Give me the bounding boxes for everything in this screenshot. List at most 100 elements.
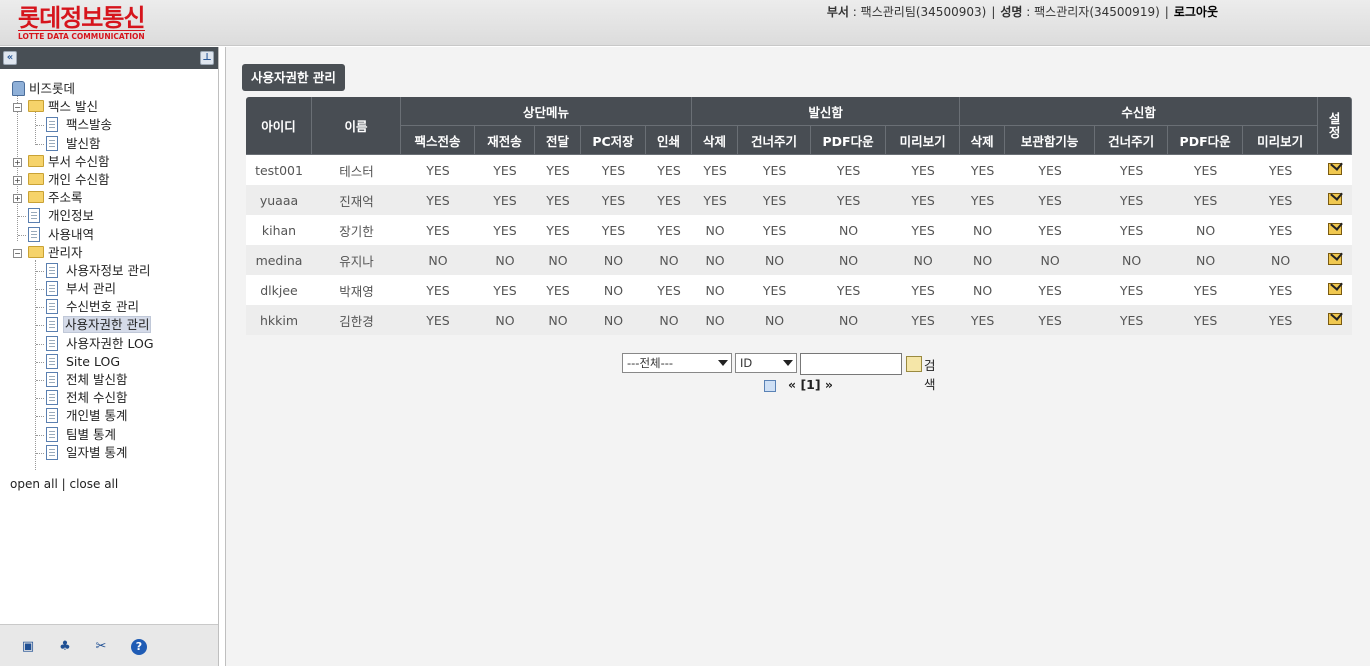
edit-icon[interactable] [1328, 162, 1343, 175]
sidebar-item-site-log[interactable]: Site LOG [0, 353, 218, 371]
sidebar-item-receive-number-mgmt[interactable]: 수신번호 관리 [0, 298, 218, 316]
col-header-sub: 건너주기 [738, 126, 812, 155]
cell-permission: NO [401, 245, 475, 275]
expand-icon[interactable]: + [13, 194, 22, 204]
page-current[interactable]: [1] [800, 377, 820, 392]
cell-user-id: yuaaa [246, 185, 312, 215]
sidebar-item-fax-send[interactable]: − 팩스 발신 [0, 98, 218, 116]
cell-user-name: 진재억 [312, 185, 401, 215]
cell-permission: YES [1243, 185, 1319, 215]
collapse-icon[interactable]: − [13, 103, 22, 113]
company-logo[interactable]: 롯데정보통신 LOTTE DATA COMMUNICATION [18, 5, 145, 41]
sidebar-item-label: 발신함 [66, 135, 101, 151]
cell-user-name: 테스터 [312, 155, 401, 185]
sidebar-item-label: 개인별 통계 [66, 408, 128, 424]
cell-permission: NO [692, 275, 739, 305]
sidebar-item-personal-inbox[interactable]: + 개인 수신함 [0, 171, 218, 189]
cell-permission: YES [1168, 305, 1244, 335]
sidebar-item-user-permission-log[interactable]: 사용자권한 LOG [0, 335, 218, 353]
field-select[interactable]: ID [735, 353, 797, 373]
cell-permission: YES [646, 275, 693, 305]
sidebar-item-label: 팩스발송 [66, 117, 113, 133]
top-header: 롯데정보통신 LOTTE DATA COMMUNICATION 부서 : 팩스관… [0, 0, 1370, 46]
cell-user-id: kihan [246, 215, 312, 245]
search-input[interactable] [800, 353, 902, 375]
expand-icon[interactable]: + [13, 175, 22, 185]
address-card-icon[interactable]: ▣ [20, 639, 36, 655]
edit-icon[interactable] [1328, 312, 1343, 325]
cell-permission: NO [535, 245, 581, 275]
cell-permission: YES [581, 155, 646, 185]
sidebar-item-label: 팀별 통계 [66, 426, 116, 442]
cell-permission: YES [475, 275, 535, 305]
cell-permission: YES [1243, 305, 1319, 335]
sidebar-item-personal-info[interactable]: 개인정보 [0, 207, 218, 225]
collapse-icon[interactable]: − [13, 248, 22, 258]
folder-icon [28, 172, 44, 185]
collapse-sidebar-icon[interactable]: « [3, 51, 17, 65]
name-label: 성명 [1000, 5, 1023, 19]
tree-root[interactable]: 비즈롯데 [0, 80, 218, 98]
sidebar-item-stats-personal[interactable]: 개인별 통계 [0, 407, 218, 425]
cell-user-name: 유지나 [312, 245, 401, 275]
sidebar-item-label: 전체 발신함 [66, 372, 128, 387]
org-chart-icon[interactable]: ♣ [57, 639, 73, 655]
sidebar-item-stats-daily[interactable]: 일자별 통계 [0, 444, 218, 462]
sidebar-item-user-info-mgmt[interactable]: 사용자정보 관리 [0, 262, 218, 280]
cell-permission: NO [1168, 245, 1244, 275]
list-icon[interactable] [764, 379, 776, 392]
user-info: 부서 : 팩스관리팀(34500903) | 성명 : 팩스관리자(34500919… [826, 5, 1218, 19]
sidebar-item-address-book[interactable]: + 주소록 [0, 189, 218, 207]
cell-settings [1318, 185, 1353, 215]
help-icon[interactable]: ? [131, 639, 147, 655]
sidebar-item-all-sent[interactable]: 전체 발신함 [0, 371, 218, 389]
expand-icon[interactable]: + [13, 157, 22, 167]
logout-link[interactable]: 로그아웃 [1174, 5, 1218, 19]
col-header-sub: 전달 [535, 126, 581, 155]
edit-icon[interactable] [1328, 222, 1343, 235]
sidebar-item-label: 일자별 통계 [66, 444, 128, 460]
sidebar-item-admin[interactable]: − 관리자 [0, 244, 218, 262]
search-icon[interactable] [906, 356, 922, 372]
cell-permission: YES [581, 185, 646, 215]
table-row: hkkim 김한경 YES NO NO NO NO NO NO NO YES YES YES YES YES… [246, 305, 1353, 335]
sidebar-item-stats-team[interactable]: 팀별 통계 [0, 426, 218, 444]
prev-page-icon[interactable]: « [788, 377, 796, 392]
sidebar-item-label: 사용내역 [48, 226, 95, 242]
cell-permission: YES [1095, 155, 1169, 185]
sidebar-item-fax-send-page[interactable]: 팩스발송 [0, 116, 218, 134]
tools-icon[interactable]: ✂ [93, 639, 109, 655]
cell-permission: YES [738, 215, 812, 245]
document-icon [46, 262, 58, 278]
open-all-link[interactable]: open all [10, 477, 58, 491]
edit-icon[interactable] [1328, 252, 1343, 265]
cell-permission: YES [811, 275, 887, 305]
sidebar-item-label: 사용자권한 LOG [66, 335, 154, 351]
document-icon [46, 281, 58, 297]
search-button[interactable]: 검색 [924, 355, 936, 393]
cell-permission: YES [535, 155, 581, 185]
next-page-icon[interactable]: » [825, 377, 833, 392]
document-icon [46, 117, 58, 133]
sidebar-item-usage[interactable]: 사용내역 [0, 226, 218, 244]
edit-icon[interactable] [1328, 282, 1343, 295]
sidebar-item-all-inbox[interactable]: 전체 수신함 [0, 389, 218, 407]
cell-permission: YES [960, 155, 1006, 185]
sidebar-item-label: 주소록 [48, 190, 83, 206]
edit-icon[interactable] [1328, 192, 1343, 205]
sidebar-item-sent-box[interactable]: 발신함 [0, 135, 218, 153]
scope-select[interactable]: ---전체--- [622, 353, 732, 373]
cell-permission: YES [1005, 275, 1096, 305]
col-header-sub: 미리보기 [1243, 126, 1319, 155]
sidebar-item-dept-mgmt[interactable]: 부서 관리 [0, 280, 218, 298]
cell-permission: NO [1243, 245, 1319, 275]
table-row: test001 테스터 YES YES YES YES YES YES YES YES YES YES… [246, 155, 1353, 185]
sidebar-item-dept-inbox[interactable]: + 부서 수신함 [0, 153, 218, 171]
cell-settings [1318, 245, 1353, 275]
sidebar-item-label: 사용자정보 관리 [66, 262, 151, 278]
document-icon [46, 353, 58, 369]
pin-icon[interactable]: ⊥ [200, 51, 214, 65]
sidebar-item-user-permission-mgmt[interactable]: 사용자권한 관리 [0, 316, 218, 334]
sidebar-item-label: 부서 수신함 [48, 153, 110, 169]
close-all-link[interactable]: close all [69, 477, 118, 491]
